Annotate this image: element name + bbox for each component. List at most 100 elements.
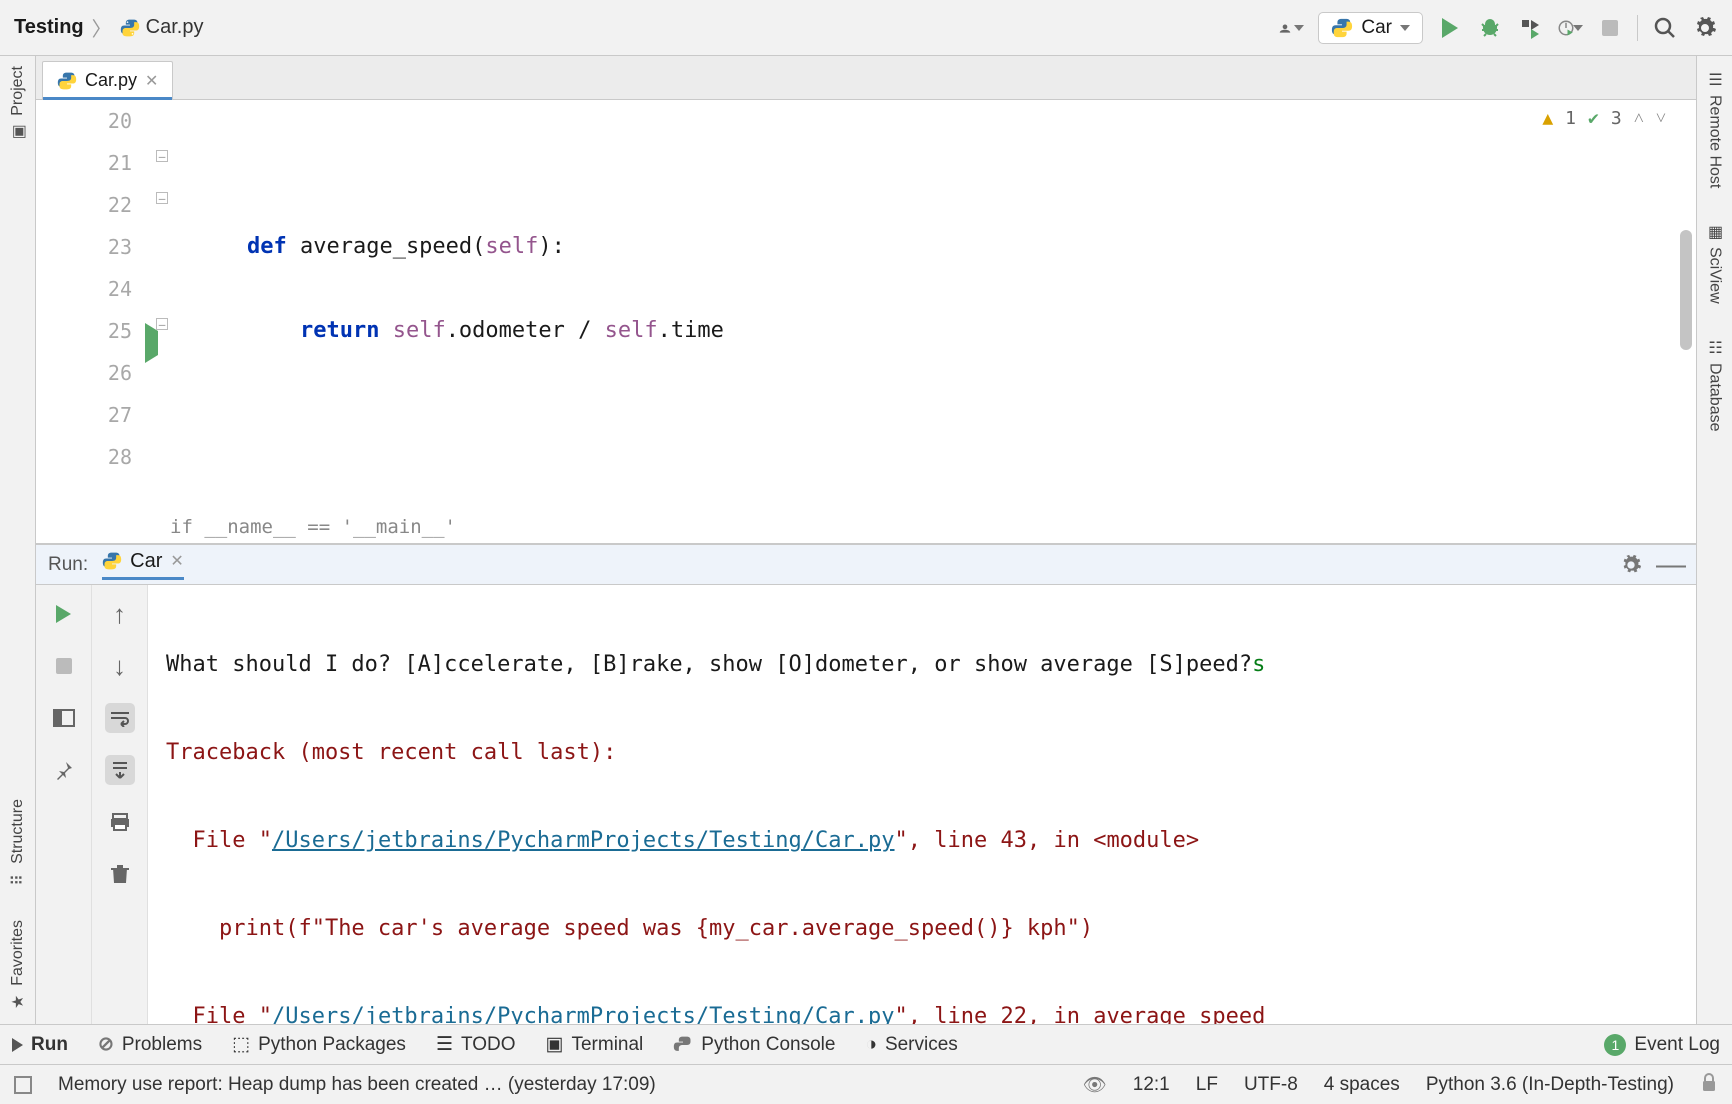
run-settings-button[interactable] bbox=[1618, 552, 1644, 578]
structure-icon: ⠿ bbox=[8, 874, 28, 886]
separator bbox=[1637, 15, 1638, 41]
warning-icon: ▲ bbox=[1542, 108, 1553, 129]
run-button[interactable] bbox=[1437, 15, 1463, 41]
python-file-icon bbox=[57, 71, 77, 91]
run-tool-window: Run: Car ✕ — bbox=[36, 544, 1696, 1024]
python-file-icon bbox=[120, 18, 140, 38]
breadcrumb-project[interactable]: Testing bbox=[14, 16, 84, 39]
sciview-tool-button[interactable]: ▦ SciView bbox=[1705, 222, 1724, 304]
tool-python-console[interactable]: Python Console bbox=[673, 1034, 835, 1056]
profile-run-button[interactable] bbox=[1557, 15, 1583, 41]
run-configuration-selector[interactable]: Car bbox=[1318, 12, 1423, 44]
chevron-right-icon: 〉 bbox=[92, 13, 112, 42]
project-tool-button[interactable]: ▣ Project bbox=[9, 66, 27, 142]
breadcrumb[interactable]: Testing 〉 Car.py bbox=[14, 13, 203, 42]
sciview-icon: ▦ bbox=[1705, 222, 1724, 241]
star-icon: ★ bbox=[8, 995, 28, 1009]
hide-button[interactable]: — bbox=[1658, 552, 1684, 578]
scroll-to-end-button[interactable] bbox=[105, 755, 135, 785]
down-button[interactable]: ↓ bbox=[105, 651, 135, 681]
coverage-run-button[interactable] bbox=[1517, 15, 1543, 41]
settings-button[interactable] bbox=[1692, 15, 1718, 41]
close-icon[interactable]: ✕ bbox=[145, 71, 158, 91]
gutter: 20 21 22 23 24 25 26 27 28 bbox=[36, 100, 156, 543]
status-bar: Memory use report: Heap dump has been cr… bbox=[0, 1064, 1732, 1104]
breadcrumb-file[interactable]: Car.py bbox=[120, 16, 204, 39]
chevron-down-icon[interactable]: ˅ bbox=[1656, 108, 1666, 129]
left-tool-rail: ▣ Project ⠿ Structure ★ Favorites bbox=[0, 56, 36, 1024]
up-button[interactable]: ↑ bbox=[105, 599, 135, 629]
services-icon: ◑ bbox=[865, 1034, 876, 1056]
run-config-label: Car bbox=[1361, 17, 1392, 39]
python-icon bbox=[1331, 17, 1353, 39]
rerun-button[interactable] bbox=[49, 599, 79, 629]
fold-column[interactable]: – – – bbox=[156, 100, 170, 543]
console-output[interactable]: What should I do? [A]ccelerate, [B]rake,… bbox=[148, 585, 1696, 1024]
structure-tool-button[interactable]: ⠿ Structure bbox=[9, 799, 27, 890]
favorites-tool-button[interactable]: ★ Favorites bbox=[9, 920, 27, 1012]
tool-terminal[interactable]: ▣Terminal bbox=[546, 1033, 644, 1056]
run-header: Run: Car ✕ — bbox=[36, 545, 1696, 585]
status-message[interactable]: Memory use report: Heap dump has been cr… bbox=[58, 1074, 1057, 1096]
debug-button[interactable] bbox=[1477, 15, 1503, 41]
python-icon bbox=[673, 1035, 693, 1055]
indent[interactable]: 4 spaces bbox=[1324, 1074, 1400, 1096]
chevron-down-icon bbox=[1400, 25, 1410, 31]
run-label: Run: bbox=[48, 554, 88, 576]
tool-services[interactable]: ◑Services bbox=[865, 1034, 957, 1056]
tool-run[interactable]: Run bbox=[12, 1034, 68, 1056]
run-tab-car[interactable]: Car ✕ bbox=[102, 550, 184, 580]
interpreter[interactable]: Python 3.6 (In-Depth-Testing) bbox=[1426, 1074, 1674, 1096]
bottom-tool-bar: Run ⊘Problems ⬚Python Packages ☰TODO ▣Te… bbox=[0, 1024, 1732, 1064]
print-button[interactable] bbox=[105, 807, 135, 837]
traceback-link[interactable]: /Users/jetbrains/PycharmProjects/Testing… bbox=[272, 828, 895, 853]
todo-icon: ☰ bbox=[436, 1033, 453, 1056]
editor-tab-car[interactable]: Car.py ✕ bbox=[42, 61, 173, 99]
lock-icon[interactable] bbox=[1700, 1072, 1718, 1098]
database-icon: ☷ bbox=[1705, 338, 1724, 357]
context-breadcrumb[interactable]: if __name__ == '__main__' bbox=[170, 511, 456, 543]
encoding[interactable]: UTF-8 bbox=[1244, 1074, 1298, 1096]
editor-inspection-status[interactable]: ▲1 ✔3 ˄ ˅ bbox=[1542, 108, 1666, 129]
tool-problems[interactable]: ⊘Problems bbox=[98, 1033, 202, 1056]
folder-icon: ▣ bbox=[8, 124, 28, 139]
tool-event-log[interactable]: 1Event Log bbox=[1604, 1034, 1720, 1056]
code-editor[interactable]: 20 21 22 23 24 25 26 27 28 – – – def ave… bbox=[36, 100, 1696, 544]
fold-marker-icon[interactable]: – bbox=[156, 318, 168, 330]
terminal-icon: ▣ bbox=[546, 1033, 564, 1056]
editor-tabs: Car.py ✕ bbox=[36, 56, 1696, 100]
python-eye-icon[interactable]: 👁 bbox=[1083, 1073, 1107, 1097]
close-icon[interactable]: ✕ bbox=[170, 551, 183, 571]
breadcrumb-file-label: Car.py bbox=[146, 16, 204, 39]
search-everywhere-button[interactable] bbox=[1652, 15, 1678, 41]
line-ending[interactable]: LF bbox=[1196, 1074, 1218, 1096]
navigation-bar: Testing 〉 Car.py Car bbox=[0, 0, 1732, 56]
navbar-right: Car bbox=[1278, 12, 1718, 44]
tool-windows-icon[interactable] bbox=[14, 1076, 32, 1094]
run-right-toolbar: ↑ ↓ bbox=[92, 585, 148, 1024]
tool-todo[interactable]: ☰TODO bbox=[436, 1033, 516, 1056]
delete-button[interactable] bbox=[105, 859, 135, 889]
editor-scrollbar[interactable] bbox=[1680, 230, 1692, 350]
fold-marker-icon[interactable]: – bbox=[156, 192, 168, 204]
run-left-toolbar bbox=[36, 585, 92, 1024]
caret-position[interactable]: 12:1 bbox=[1133, 1074, 1170, 1096]
chevron-up-icon[interactable]: ˄ bbox=[1634, 108, 1644, 129]
remote-host-tool-button[interactable]: ☰ Remote Host bbox=[1705, 70, 1724, 188]
stop-button[interactable] bbox=[49, 651, 79, 681]
stop-button[interactable] bbox=[1597, 15, 1623, 41]
tool-python-packages[interactable]: ⬚Python Packages bbox=[232, 1033, 406, 1056]
fold-marker-icon[interactable]: – bbox=[156, 150, 168, 162]
database-tool-button[interactable]: ☷ Database bbox=[1705, 338, 1724, 432]
code-area[interactable]: def average_speed(self): return self.odo… bbox=[170, 100, 1696, 543]
python-icon bbox=[102, 551, 122, 571]
user-icon[interactable] bbox=[1278, 15, 1304, 41]
editor-tab-label: Car.py bbox=[85, 70, 137, 91]
event-count-badge: 1 bbox=[1604, 1034, 1626, 1056]
layout-button[interactable] bbox=[49, 703, 79, 733]
traceback-link[interactable]: /Users/jetbrains/PycharmProjects/Testing… bbox=[272, 1004, 895, 1024]
problems-icon: ⊘ bbox=[98, 1033, 114, 1056]
packages-icon: ⬚ bbox=[232, 1033, 250, 1056]
pin-button[interactable] bbox=[49, 755, 79, 785]
soft-wrap-button[interactable] bbox=[105, 703, 135, 733]
